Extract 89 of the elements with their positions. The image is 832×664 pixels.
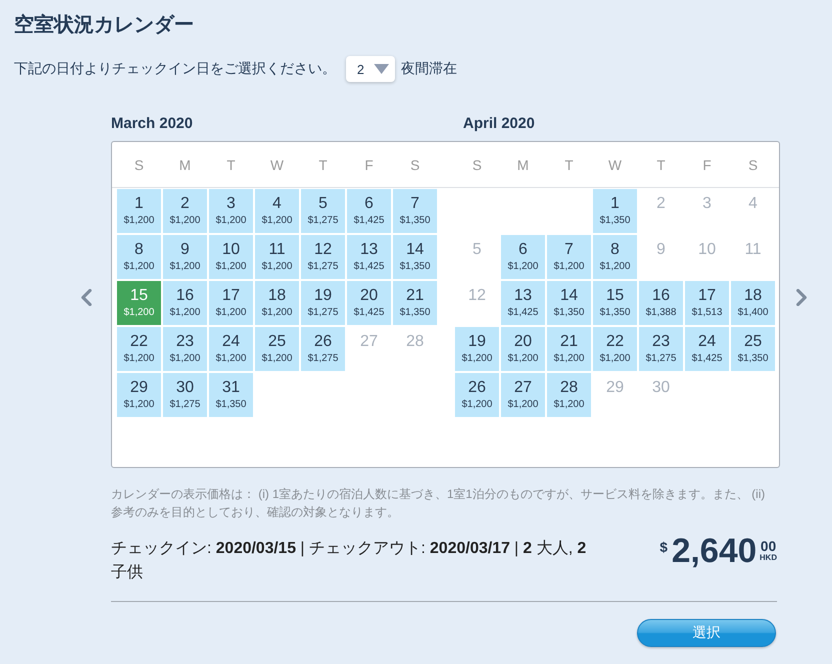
price-note: カレンダーの表示価格は： (i) 1室あたりの宿泊人数に基づき、1室1泊分のものですが、サービス料を除きます。また、 (ii) 参考のみを目的としており、確認の対象となります。 [111,486,766,521]
day-cell[interactable]: 21 $1,200 [547,327,591,371]
day-cell[interactable]: 6 $1,425 [347,189,391,233]
day-cell[interactable]: 26 $1,200 [455,373,499,417]
weekday-label: F [702,156,712,174]
weekday-label: M [178,156,192,174]
day-number: 28 [405,332,425,352]
day-cell[interactable]: 19 $1,275 [301,281,345,325]
weekday-label: F [364,156,374,174]
currency-code: HKD [760,553,777,562]
day-cell[interactable]: 14 $1,350 [547,281,591,325]
price-cents: 00 [760,539,776,553]
total-price: 2,640 [672,531,757,571]
day-number: 29 [605,378,625,398]
day-cell[interactable]: 23 $1,275 [639,327,683,371]
weekday-label: S [471,156,483,174]
day-cell[interactable]: 11 $1,200 [255,235,299,279]
weekday-label: S [409,156,421,174]
day-cell[interactable]: 21 $1,350 [393,281,437,325]
weekday-label: W [269,156,285,174]
day-cell[interactable]: 25 $1,200 [255,327,299,371]
day-cell[interactable]: 23 $1,200 [163,327,207,371]
currency-symbol: $ [660,539,668,555]
weekday-label: T [226,156,236,174]
booking-summary: チェックイン: 2020/03/15 | チェックアウト: 2020/03/17 | 2 大人, 2 子供 [111,538,588,583]
day-cell[interactable]: 20 $1,425 [347,281,391,325]
weekday-label: S [133,156,145,174]
day-cell[interactable]: 24 $1,425 [685,327,729,371]
month-title: April 2020 [463,115,536,133]
chevron-left-icon[interactable] [80,289,92,306]
day-cell[interactable]: 7 $1,200 [547,235,591,279]
day-cell[interactable]: 16 $1,388 [639,281,683,325]
day-cell[interactable]: 8 $1,200 [593,235,637,279]
day-cell[interactable]: 15 $1,350 [593,281,637,325]
day-cell[interactable]: 29 $1,200 [117,373,161,417]
day-cell[interactable]: 1 $1,350 [593,189,637,233]
day-cell[interactable]: 16 $1,200 [163,281,207,325]
month-title: March 2020 [111,115,194,133]
day-cell[interactable]: 20 $1,200 [501,327,545,371]
nights-select[interactable]: 2 [346,56,395,82]
day-cell[interactable]: 17 $1,200 [209,281,253,325]
day-number: 12 [467,286,487,306]
day-cell[interactable]: 10 $1,200 [209,235,253,279]
weekday-label: M [516,156,530,174]
day-cell[interactable]: 9 $1,200 [163,235,207,279]
day-cell[interactable]: 5 $1,275 [301,189,345,233]
day-cell[interactable]: 31 $1,350 [209,373,253,417]
day-cell[interactable]: 18 $1,400 [731,281,775,325]
weekday-label: W [607,156,623,174]
day-cell[interactable]: 1 $1,200 [117,189,161,233]
day-number: 27 [359,332,379,352]
day-cell[interactable]: 25 $1,350 [731,327,775,371]
weekday-label: S [747,156,759,174]
day-number: 5 [472,240,482,260]
day-cell[interactable]: 17 $1,513 [685,281,729,325]
day-number: 10 [697,240,717,260]
day-cell[interactable]: 13 $1,425 [347,235,391,279]
day-number: 30 [651,378,671,398]
day-cell[interactable]: 28 $1,200 [547,373,591,417]
instruction-text: 下記の日付よりチェックイン日をご選択ください。 [14,60,336,78]
weekday-label: T [318,156,328,174]
day-cell[interactable]: 4 $1,200 [255,189,299,233]
day-cell[interactable]: 19 $1,200 [455,327,499,371]
caret-icon [374,64,389,74]
day-cell[interactable]: 30 $1,275 [163,373,207,417]
day-number: 2 [656,194,666,214]
day-cell[interactable]: 14 $1,350 [393,235,437,279]
day-cell[interactable]: 27 $1,200 [501,373,545,417]
day-number: 9 [656,240,666,260]
day-cell[interactable]: 22 $1,200 [593,327,637,371]
day-number: 11 [744,240,762,260]
day-cell[interactable]: 7 $1,350 [393,189,437,233]
weekday-label: T [656,156,666,174]
day-cell[interactable]: 26 $1,275 [301,327,345,371]
day-cell[interactable]: 13 $1,425 [501,281,545,325]
nights-label: 夜間滞在 [401,60,457,78]
day-cell[interactable]: 24 $1,200 [209,327,253,371]
day-cell[interactable]: 3 $1,200 [209,189,253,233]
chevron-right-icon[interactable] [796,289,808,306]
day-number: 4 [748,194,758,214]
page-title: 空室状況カレンダー [13,12,195,38]
weekday-label: T [564,156,574,174]
day-cell[interactable]: 8 $1,200 [117,235,161,279]
day-cell[interactable]: 12 $1,275 [301,235,345,279]
day-cell[interactable]: 22 $1,200 [117,327,161,371]
day-cell[interactable]: 2 $1,200 [163,189,207,233]
day-cell[interactable]: 6 $1,200 [501,235,545,279]
day-number: 3 [702,194,712,214]
day-cell[interactable]: 18 $1,200 [255,281,299,325]
